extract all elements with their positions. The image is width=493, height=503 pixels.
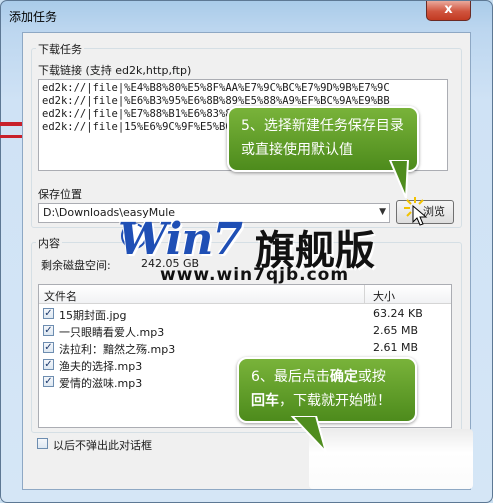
callout-pointer-icon	[290, 416, 327, 453]
close-button[interactable]: x	[426, 1, 471, 21]
file-checkbox[interactable]: ✓	[43, 342, 54, 353]
download-task-group-label: 下载任务	[36, 41, 84, 57]
file-size: 2.61 MB	[373, 341, 419, 354]
link-line: ed2k://|file|%E4%B8%80%E5%8F%AA%E7%9C%BC…	[42, 82, 390, 94]
checkmark-icon: ✓	[44, 308, 53, 319]
callout-step6-suffix: ，下载就开始啦！	[279, 393, 391, 409]
callout-step6-prefix: 6、最后点击	[251, 369, 330, 385]
desktop-red-stripe	[0, 135, 22, 138]
callout-step6-enter: 回车	[251, 393, 279, 409]
column-divider[interactable]	[364, 285, 365, 303]
file-name: 一只眼睛看爱人.mp3	[59, 326, 165, 339]
file-name: 爱情的滋味.mp3	[59, 377, 143, 390]
save-location-label: 保存位置	[38, 188, 82, 201]
checkmark-icon: ✓	[44, 359, 53, 370]
dialog-title: 添加任务	[9, 10, 58, 24]
file-checkbox[interactable]: ✓	[43, 359, 54, 370]
chevron-down-icon[interactable]: ▼	[379, 207, 386, 217]
file-name: 法拉利：黯然之殇.mp3	[59, 343, 176, 356]
checkmark-icon: ✓	[44, 325, 53, 336]
table-row[interactable]: ✓ 一只眼睛看爱人.mp3 2.65 MB	[39, 323, 451, 339]
callout-step5-text: 5、选择新建任务保存目录或直接使用默认值	[241, 118, 404, 158]
table-header: 文件名 大小	[39, 285, 451, 304]
file-checkbox[interactable]: ✓	[43, 325, 54, 336]
mouse-cursor-icon	[412, 205, 428, 226]
dont-show-again-label: 以后不弹出此对话框	[53, 439, 152, 452]
free-space-label: 剩余磁盘空间:	[41, 259, 111, 272]
watermark-brand: Win7	[118, 214, 243, 265]
checkmark-icon: ✓	[44, 376, 53, 387]
desktop-red-stripe	[0, 122, 22, 126]
column-header-filename[interactable]: 文件名	[44, 288, 77, 304]
file-checkbox[interactable]: ✓	[43, 308, 54, 319]
close-icon: x	[444, 2, 453, 17]
dont-show-again-checkbox[interactable]	[37, 438, 48, 449]
download-links-label: 下载链接 (支持 ed2k,http,ftp)	[38, 64, 192, 77]
checkmark-icon: ✓	[44, 342, 53, 353]
table-row[interactable]: ✓ 法拉利：黯然之殇.mp3 2.61 MB	[39, 340, 451, 356]
callout-step6: 6、最后点击确定或按 回车，下载就开始啦！	[237, 357, 417, 423]
ok-button-area[interactable]	[309, 429, 473, 489]
file-size: 2.65 MB	[373, 324, 419, 337]
file-size: 63.24 KB	[373, 307, 423, 320]
table-row[interactable]: ✓ 15期封面.jpg 63.24 KB	[39, 306, 451, 322]
file-name: 渔夫的选择.mp3	[59, 360, 143, 373]
callout-pointer-icon	[388, 160, 410, 199]
watermark-url: www.win7qjb.com	[160, 265, 350, 285]
file-name: 15期封面.jpg	[59, 309, 127, 322]
content-group-label: 内容	[36, 235, 62, 251]
callout-step6-ok: 确定	[329, 369, 358, 385]
callout-step6-mid: 或按	[357, 369, 386, 385]
add-task-dialog: 添加任务 x 下载任务 下载链接 (支持 ed2k,http,ftp) ed2k…	[0, 0, 493, 503]
file-checkbox[interactable]: ✓	[43, 376, 54, 387]
column-header-size[interactable]: 大小	[373, 288, 395, 304]
